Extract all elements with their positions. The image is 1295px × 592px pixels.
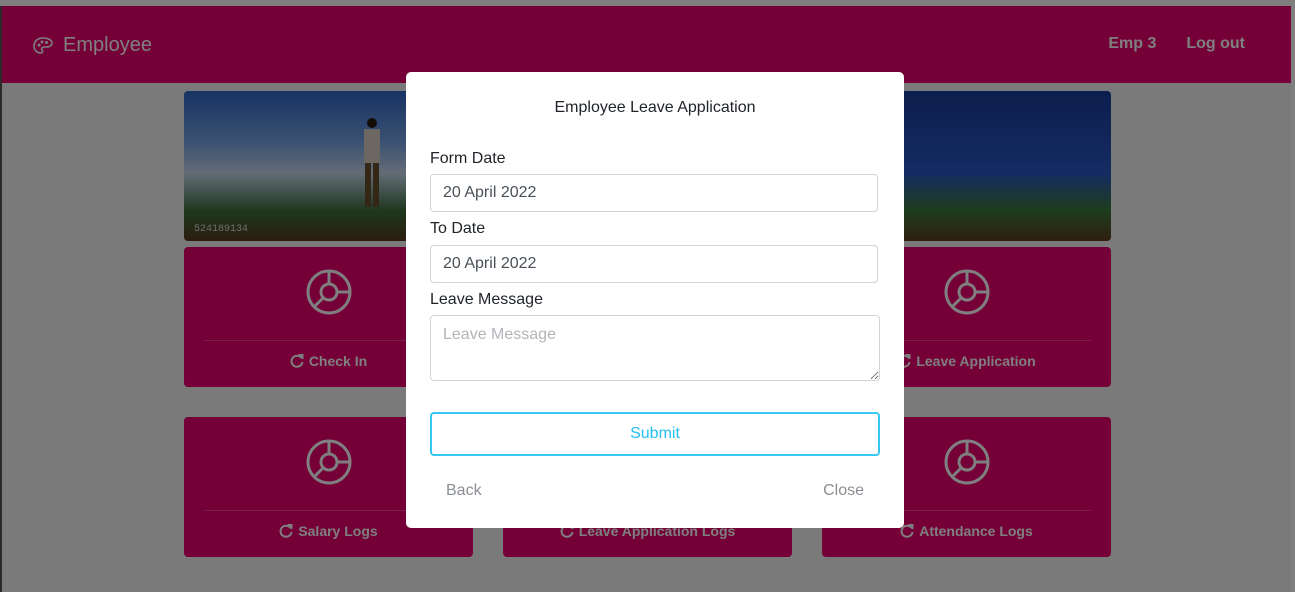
leave-application-modal: Employee Leave Application Form Date 20 … [406, 72, 904, 528]
submit-button[interactable]: Submit [430, 412, 880, 456]
from-date-label: Form Date [430, 150, 506, 167]
leave-message-label: Leave Message [430, 291, 543, 308]
to-date-label: To Date [430, 220, 486, 237]
close-button[interactable]: Close [823, 482, 864, 500]
to-date-input[interactable]: 20 April 2022 [430, 245, 878, 283]
back-button[interactable]: Back [446, 482, 482, 500]
leave-message-textarea[interactable] [430, 315, 880, 381]
modal-title: Employee Leave Application [554, 99, 756, 116]
from-date-input[interactable]: 20 April 2022 [430, 174, 878, 212]
